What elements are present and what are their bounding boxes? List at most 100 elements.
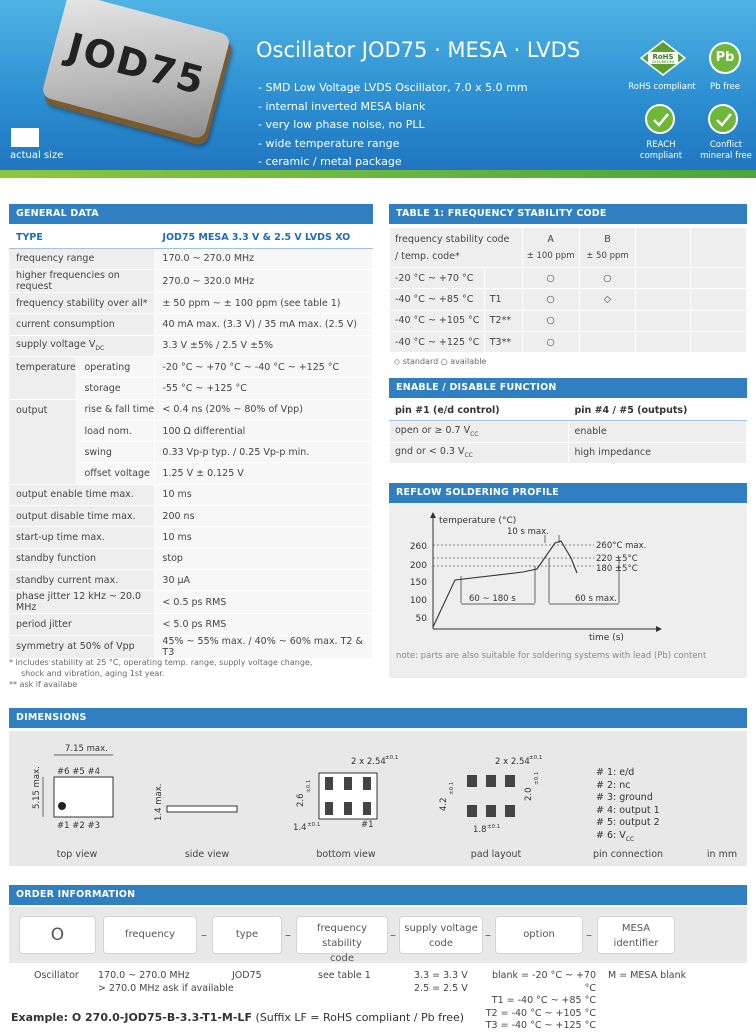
table-row: gnd or < 0.3 VCC high impedance xyxy=(388,441,747,464)
general-data-table: TYPE JOD75 MESA 3.3 V & 2.5 V LVDS XO fr… xyxy=(9,227,373,659)
order-sub-mesa: M = MESA blank xyxy=(608,970,687,981)
order-sub-oscillator: Oscillator xyxy=(34,970,79,981)
table-row: -40 °C ~ +85 °C T1 ○ ◇ xyxy=(389,288,747,311)
table-row: -40 °C ~ +125 °C T3** ○ xyxy=(389,330,747,354)
x-axis-label: time (s) xyxy=(589,633,624,643)
order-example: Example: O 270.0-JOD75-B-3.3-T1-M-LF (Su… xyxy=(11,1011,465,1024)
table-row: start-up time max. 10 ms xyxy=(9,526,373,549)
order-separator: – xyxy=(586,928,592,942)
general-data-title: GENERAL DATA xyxy=(9,204,373,224)
ann-60s: 60 s max. xyxy=(575,594,617,604)
table-row: current consumption 40 mA max. (3.3 V) / … xyxy=(9,313,373,336)
order-sub-frequency: 170.0 ~ 270.0 MHz > 270.0 MHz ask if avai… xyxy=(98,970,234,994)
bottom-pitch-label: 2 x 2.54 xyxy=(351,757,386,767)
y-tick: 200 xyxy=(410,561,427,571)
table-row: supply voltage VDC 3.3 V ±5% / 2.5 V ±5% xyxy=(9,335,373,357)
footnote: * includes stability at 25 °C, operating… xyxy=(9,658,313,689)
table-row: TYPE JOD75 MESA 3.3 V & 2.5 V LVDS XO xyxy=(9,227,373,249)
order-box-stability: frequency stability code xyxy=(297,917,387,964)
feature-item: - very low phase noise, no PLL xyxy=(258,118,425,131)
table-row: open or ≥ 0.7 VCC enable xyxy=(388,420,747,443)
ann-180: 180 ±5°C xyxy=(596,564,638,574)
actual-size-label: actual size xyxy=(10,150,64,161)
pad-42-label: 4.2 xyxy=(439,797,449,811)
pin-connection-list: # 1: e/d # 2: nc # 3: ground # 4: output… xyxy=(596,767,660,843)
pad-layout-label: pad layout xyxy=(470,849,522,860)
table-row: higher frequencies on request 270.0 ~ 320… xyxy=(9,269,373,294)
table-row: pin #1 (e/d control) pin #4 / #5 (outputs… xyxy=(388,398,747,422)
rohs-icon: RoHS 2015/863/EU xyxy=(640,40,686,76)
order-separator: – xyxy=(390,928,396,942)
ann-260: 260°C max. xyxy=(596,541,646,551)
header-stripe xyxy=(0,170,756,178)
table-row: frequency stability code / temp. code* A ±… xyxy=(389,227,747,268)
table-row: output enable time max. 10 ms xyxy=(9,484,373,507)
table-row: -20 °C ~ +70 °C ○ ○ xyxy=(389,266,747,290)
top-pins-label: #6 #5 #4 xyxy=(57,767,100,777)
ann-220: 220 ±5°C xyxy=(596,554,638,564)
pad-pitch-label: 2 x 2.54 xyxy=(495,757,530,767)
table-row: period jitter < 5.0 ps RMS xyxy=(9,613,373,636)
header-banner: JOD75 actual size Oscillator JOD75 · MES… xyxy=(0,0,756,178)
y-axis-label: temperature (°C) xyxy=(439,516,516,526)
y-tick: 260 xyxy=(410,542,427,552)
reflow-curve xyxy=(432,540,578,628)
ann-10s: 10 s max. xyxy=(507,527,549,537)
top-view-body xyxy=(53,776,114,818)
order-box-supply: supply voltage code xyxy=(400,917,482,953)
bottom-pin1-label: #1 xyxy=(361,820,374,830)
freq-table-legend: ◇ standard ○ available xyxy=(394,357,487,366)
reflow-chart: temperature (°C) time (s) 260 200 150 10… xyxy=(410,512,662,643)
reach-label: REACH compliant xyxy=(639,140,683,161)
order-sub-supply: 3.3 = 3.3 V 2.5 = 2.5 V xyxy=(414,970,468,994)
freq-table-title: TABLE 1: FREQUENCY STABILITY CODE xyxy=(389,204,747,224)
reflow-note: note: parts are also suitable for solder… xyxy=(396,651,707,661)
svg-text:±0.1: ±0.1 xyxy=(307,822,320,828)
chip-image: JOD75 xyxy=(40,0,232,140)
table-row: temperature operating -20 °C ~ +70 °C ~ -4… xyxy=(9,356,373,400)
reflow-title: REFLOW SOLDERING PROFILE xyxy=(389,483,747,503)
order-sub-stability: see table 1 xyxy=(318,970,371,981)
reach-check-icon xyxy=(645,104,675,134)
enable-title: ENABLE / DISABLE FUNCTION xyxy=(389,378,747,398)
bottom-pins-label: #1 #2 #3 xyxy=(57,821,100,831)
top-width-label: 7.15 max. xyxy=(65,744,108,754)
feature-item: - internal inverted MESA blank xyxy=(258,99,426,113)
chip-marking: JOD75 xyxy=(62,24,211,104)
table-row: -40 °C ~ +105 °C T2** ○ xyxy=(389,309,747,332)
y-tick: 150 xyxy=(410,578,427,588)
order-box-oscillator: O xyxy=(20,917,95,953)
svg-text:±0.1: ±0.1 xyxy=(385,755,398,761)
svg-text:±0.1: ±0.1 xyxy=(534,772,540,785)
enable-table: pin #1 (e/d control) pin #4 / #5 (outputs… xyxy=(388,398,747,464)
order-box-mesa: MESA identifier xyxy=(598,917,674,953)
feature-item: - ceramic / metal package xyxy=(258,155,402,168)
table-row: standby current max. 30 µA xyxy=(9,569,373,592)
feature-list: - SMD Low Voltage LVDS Oscillator, 7.0 x… xyxy=(258,79,528,172)
table-row: standby function stop xyxy=(9,548,373,570)
order-separator: – xyxy=(201,928,207,942)
order-box-type: type xyxy=(213,917,281,953)
table-row: frequency stability over all* ± 50 ppm ~ … xyxy=(9,292,373,315)
bottom-14-label: 1.4 xyxy=(293,823,307,833)
feature-item: - wide temperature range xyxy=(258,136,400,150)
order-separator: – xyxy=(285,928,291,942)
side-height-label: 1.4 max. xyxy=(154,784,164,821)
svg-text:±0.1: ±0.1 xyxy=(529,755,542,761)
top-height-label: 5.15 max. xyxy=(32,766,42,809)
svg-text:±0.1: ±0.1 xyxy=(449,782,455,795)
bottom-view-label: bottom view xyxy=(316,849,376,860)
svg-text:2015/863/EU: 2015/863/EU xyxy=(652,60,675,64)
table-row: frequency range 170.0 ~ 270.0 MHz xyxy=(9,248,373,271)
pin-connection-label: pin connection xyxy=(592,849,664,860)
table-row: output disable time max. 200 ns xyxy=(9,505,373,528)
order-box-frequency: frequency xyxy=(104,917,196,953)
type-label: TYPE xyxy=(9,227,156,249)
feature-item: - SMD Low Voltage LVDS Oscillator, 7.0 x… xyxy=(258,81,528,94)
table-row: phase jitter 12 kHz ~ 20.0 MHz < 0.5 ps R… xyxy=(9,590,373,615)
pad-18-label: 1.8 xyxy=(473,825,487,835)
order-box-option: option xyxy=(496,917,582,953)
freq-stability-table: frequency stability code / temp. code* A ±… xyxy=(389,227,747,354)
dimensions-title: DIMENSIONS xyxy=(9,708,747,728)
pad-20-label: 2.0 xyxy=(524,787,534,801)
